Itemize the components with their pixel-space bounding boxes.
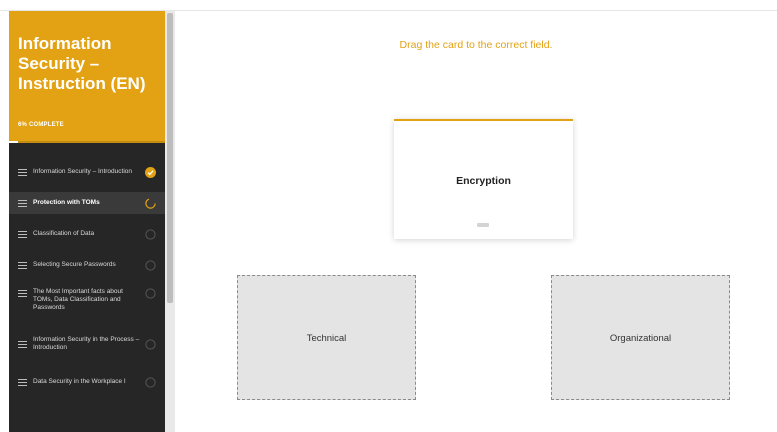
lesson-item-classification[interactable]: Classification of Data xyxy=(9,223,165,245)
progress-label: 6% COMPLETE xyxy=(18,122,64,128)
incomplete-circle-icon xyxy=(145,288,156,299)
menu-icon xyxy=(18,377,27,388)
menu-icon xyxy=(18,167,27,178)
complete-check-icon xyxy=(145,166,156,178)
card-label: Encryption xyxy=(456,175,511,187)
lesson-label: Protection with TOMs xyxy=(33,199,100,206)
in-progress-icon xyxy=(145,197,156,209)
lesson-item-passwords[interactable]: Selecting Secure Passwords xyxy=(9,254,165,276)
instruction-text: Drag the card to the correct field. xyxy=(399,39,553,51)
menu-icon xyxy=(18,288,27,299)
menu-icon xyxy=(18,229,27,240)
lesson-label: Information Security in the Process – In… xyxy=(33,336,140,351)
lesson-label: Classification of Data xyxy=(33,230,95,237)
lesson-label: Data Security in the Workplace I xyxy=(33,378,126,385)
progress-bar-fill xyxy=(9,141,19,143)
progress-bar xyxy=(9,141,165,143)
lesson-item-facts[interactable]: The Most Important facts about TOMs, Dat… xyxy=(9,284,165,320)
lesson-item-workplace[interactable]: Data Security in the Workplace I xyxy=(9,368,165,396)
lesson-label: The Most Important facts about TOMs, Dat… xyxy=(33,288,123,311)
sidebar-header: Information Security – Instruction (EN) … xyxy=(9,11,165,143)
course-sidebar: Information Security – Instruction (EN) … xyxy=(9,11,165,432)
incomplete-circle-icon xyxy=(145,338,156,350)
draggable-card[interactable]: Encryption xyxy=(394,119,573,239)
menu-icon xyxy=(18,339,27,350)
lesson-label: Selecting Secure Passwords xyxy=(33,261,116,268)
course-title: Information Security – Instruction (EN) xyxy=(18,34,146,93)
dropzone-technical[interactable]: Technical xyxy=(237,275,416,400)
scrollbar-thumb[interactable] xyxy=(167,13,173,303)
dropzone-organizational[interactable]: Organizational xyxy=(551,275,730,400)
incomplete-circle-icon xyxy=(145,376,156,388)
incomplete-circle-icon xyxy=(145,228,156,240)
sidebar-scrollbar[interactable] xyxy=(165,11,175,432)
lesson-list: Information Security – Introduction Prot… xyxy=(9,156,165,396)
lesson-label: Information Security – Introduction xyxy=(33,168,132,175)
drag-handle-icon[interactable] xyxy=(477,223,489,227)
lesson-item-intro[interactable]: Information Security – Introduction xyxy=(9,156,165,188)
incomplete-circle-icon xyxy=(145,259,156,271)
top-bar xyxy=(0,0,777,11)
dropzone-label: Technical xyxy=(306,333,347,344)
dropzone-label: Organizational xyxy=(609,333,672,344)
lesson-item-toms[interactable]: Protection with TOMs xyxy=(9,192,165,214)
menu-icon xyxy=(18,260,27,271)
lesson-item-process[interactable]: Information Security in the Process – In… xyxy=(9,330,165,358)
menu-icon xyxy=(18,198,27,209)
